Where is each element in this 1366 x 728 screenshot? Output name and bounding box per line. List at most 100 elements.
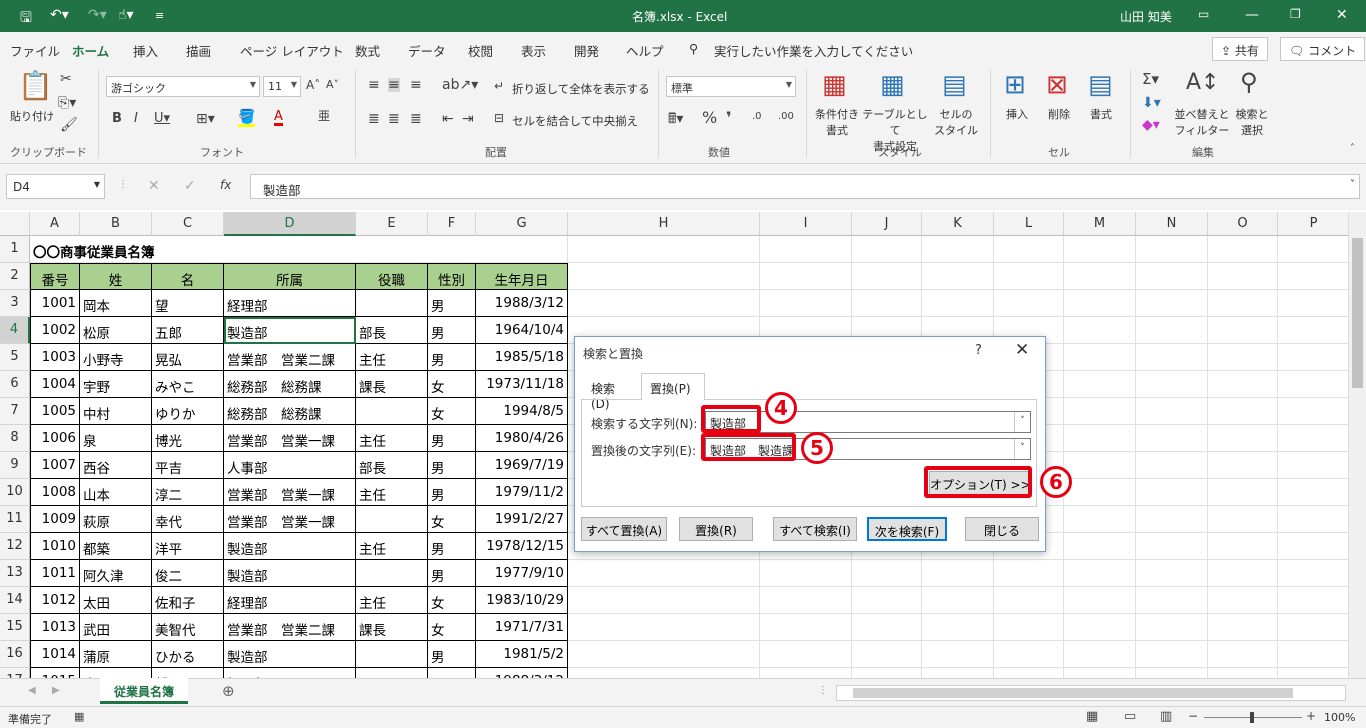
cell[interactable] [1136,668,1208,678]
border-icon[interactable]: ⊞▾ [196,112,215,126]
table-cell[interactable]: 中村 [80,398,152,425]
table-cell[interactable]: 1973/11/18 [476,371,568,398]
cell[interactable] [1136,506,1208,533]
table-cell[interactable]: 1001 [30,290,80,317]
find-next-button[interactable]: 次を検索(F) [867,517,947,541]
row-header[interactable]: 15 [0,614,30,641]
tab-review[interactable]: 校閲 [468,41,493,60]
table-cell[interactable]: 1985/5/18 [476,344,568,371]
percent-icon[interactable]: % [702,110,717,126]
cell[interactable] [852,668,922,678]
bold-icon[interactable]: B [112,112,122,125]
column-header[interactable]: E [356,212,428,236]
table-cell[interactable]: 総務部 総務課 [224,398,356,425]
cell[interactable] [1136,236,1208,263]
table-cell[interactable]: 女 [428,614,476,641]
tab-data[interactable]: データ [408,41,446,60]
table-cell[interactable]: 武田 [80,614,152,641]
tab-formulas[interactable]: 数式 [355,41,380,60]
table-cell[interactable]: 課長 [356,371,428,398]
column-header[interactable]: P [1278,212,1350,236]
column-header[interactable]: B [80,212,152,236]
cell[interactable] [1136,452,1208,479]
table-cell[interactable]: 総務部 総務課 [224,371,356,398]
cell[interactable] [1208,560,1278,587]
delete-cells-button[interactable]: 削除 [1048,106,1070,122]
column-header[interactable]: O [1208,212,1278,236]
table-cell[interactable]: 俊二 [152,560,224,587]
zoom-level[interactable]: 100% [1324,711,1355,724]
scroll-thumb[interactable] [1352,238,1363,388]
table-cell[interactable]: 小野寺 [80,344,152,371]
zoom-out-icon[interactable]: − [1188,710,1198,722]
table-cell[interactable]: 部長 [356,317,428,344]
cell[interactable] [1208,290,1278,317]
cell[interactable] [922,236,994,263]
table-cell[interactable]: 男 [428,560,476,587]
replace-all-button[interactable]: すべて置換(A) [581,517,667,541]
indent-increase-icon[interactable]: ⇥ [462,112,474,126]
enter-icon[interactable]: ✓ [184,179,196,193]
cell[interactable] [852,236,922,263]
tab-file[interactable]: ファイル [10,41,60,60]
cell[interactable] [994,641,1064,668]
cell[interactable] [1064,317,1136,344]
tab-view[interactable]: 表示 [521,41,546,60]
font-color-icon[interactable]: A [274,110,283,126]
cell[interactable] [1064,668,1136,678]
redo-icon[interactable]: ↷▾ [88,7,107,23]
column-header[interactable]: I [760,212,852,236]
table-cell[interactable]: 1977/9/10 [476,560,568,587]
column-header[interactable]: K [922,212,994,236]
column-header[interactable]: H [568,212,760,236]
minimize-icon[interactable]: — [1245,7,1259,23]
currency-icon[interactable]: 🖩▾ [668,112,683,126]
share-button[interactable]: ⇪ 共有 [1212,37,1268,61]
next-sheet-icon[interactable]: ▶ [52,686,60,696]
close-window-icon[interactable]: ✕ [1336,7,1348,23]
cell[interactable] [1064,587,1136,614]
cell[interactable] [1064,290,1136,317]
table-cell[interactable]: 製造部 [224,533,356,560]
cell[interactable] [1278,641,1350,668]
table-cell[interactable]: 営業部 営業一課 [224,479,356,506]
paste-icon[interactable]: 📋 [18,72,53,100]
cell[interactable] [1064,371,1136,398]
delete-cells-icon[interactable]: ⊠ [1046,72,1068,98]
cell[interactable] [568,641,760,668]
table-cell[interactable]: 女 [428,398,476,425]
cell[interactable] [568,668,760,678]
cell-styles-icon[interactable]: ▤ [942,72,967,98]
cell[interactable] [1278,479,1350,506]
table-cell[interactable]: 西谷 [80,452,152,479]
align-right-icon[interactable]: ≣ [410,112,422,126]
table-cell[interactable]: 1013 [30,614,80,641]
save-icon[interactable]: 🖫 [20,7,32,31]
cell[interactable] [994,560,1064,587]
cell[interactable] [1278,452,1350,479]
column-header[interactable]: M [1064,212,1136,236]
table-cell[interactable]: 博光 [152,425,224,452]
table-cell[interactable]: 男 [428,452,476,479]
conditional-format-button[interactable]: 条件付き 書式 [814,106,860,138]
align-middle-icon[interactable]: ≡ [388,78,400,92]
table-cell[interactable]: 経理部 [224,290,356,317]
column-header[interactable]: L [994,212,1064,236]
cell[interactable] [1136,290,1208,317]
font-name-select[interactable]: 游ゴシック ▼ [106,76,260,97]
cell[interactable] [568,587,760,614]
cell[interactable] [1278,371,1350,398]
collapse-ribbon-icon[interactable]: ˄ [1350,144,1355,154]
table-cell[interactable]: 主任 [356,479,428,506]
format-cells-button[interactable]: 書式 [1090,106,1112,122]
cell[interactable] [1136,263,1208,290]
table-cell[interactable]: 岡本 [80,290,152,317]
table-header-cell[interactable]: 姓 [80,263,152,290]
table-cell[interactable]: 1012 [30,587,80,614]
prev-sheet-icon[interactable]: ◀ [28,686,36,696]
cell[interactable] [1064,236,1136,263]
scroll-thumb[interactable] [853,688,1293,698]
row-header[interactable]: 5 [0,344,30,371]
sheet-title-cell[interactable]: 〇〇商事従業員名簿 [30,236,568,263]
cell[interactable] [1278,236,1350,263]
